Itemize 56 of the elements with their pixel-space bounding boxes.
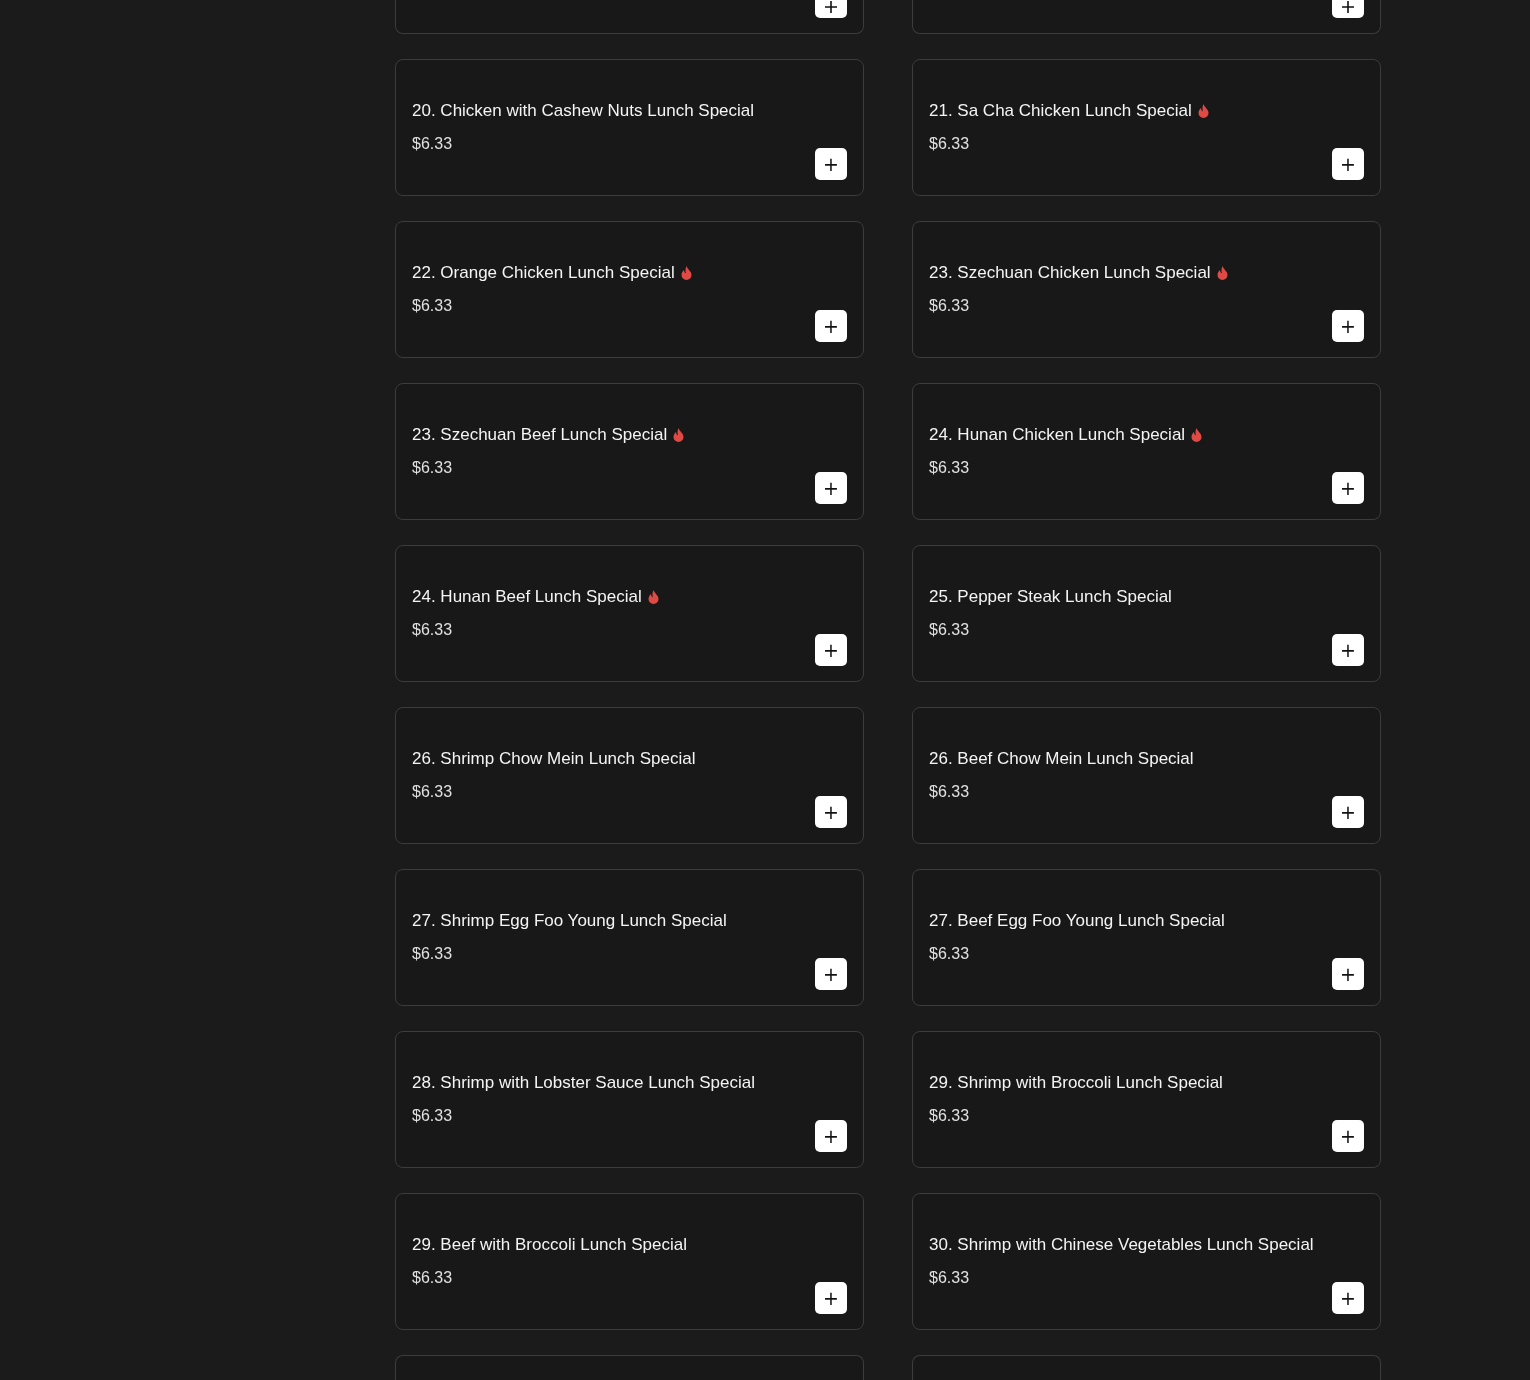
flame-icon bbox=[680, 266, 692, 280]
item-title: 24. Hunan Chicken Lunch Special bbox=[929, 425, 1186, 445]
item-title: 29. Shrimp with Broccoli Lunch Special bbox=[929, 1073, 1223, 1093]
item-price: $6.33 bbox=[412, 1269, 454, 1287]
item-title: 24. Hunan Beef Lunch Special bbox=[412, 587, 642, 607]
add-button[interactable]: + bbox=[815, 958, 847, 990]
item-title: 23. Szechuan Chicken Lunch Special bbox=[929, 263, 1211, 283]
add-button[interactable]: + bbox=[1332, 1282, 1364, 1314]
add-button[interactable]: + bbox=[1332, 958, 1364, 990]
item-title: 21. Sa Cha Chicken Lunch Special bbox=[929, 101, 1192, 121]
add-button[interactable]: + bbox=[815, 796, 847, 828]
add-button[interactable]: + bbox=[815, 634, 847, 666]
item-price: $6.33 bbox=[412, 945, 454, 963]
item-title: 27. Beef Egg Foo Young Lunch Special bbox=[929, 911, 1225, 931]
add-button[interactable]: + bbox=[1332, 1120, 1364, 1152]
flame-icon bbox=[647, 590, 659, 604]
item-title: 30. Shrimp with Chinese Vegetables Lunch Special bbox=[929, 1235, 1314, 1255]
flame-icon bbox=[673, 428, 685, 442]
add-button[interactable]: + bbox=[815, 1120, 847, 1152]
item-price: $6.33 bbox=[412, 621, 454, 639]
item-price: $6.33 bbox=[412, 459, 454, 477]
add-button[interactable]: + bbox=[1332, 472, 1364, 504]
plus-icon bbox=[825, 0, 837, 13]
item-title: 26. Shrimp Chow Mein Lunch Special bbox=[412, 749, 696, 769]
flame-icon bbox=[1197, 104, 1209, 118]
item-title: 27. Shrimp Egg Foo Young Lunch Special bbox=[412, 911, 727, 931]
plus-icon bbox=[1342, 0, 1354, 13]
item-price: $6.33 bbox=[929, 783, 971, 801]
item-price: $6.33 bbox=[412, 297, 454, 315]
item-price: $6.33 bbox=[929, 621, 971, 639]
item-price: $6.33 bbox=[929, 297, 971, 315]
add-button[interactable]: + bbox=[1332, 148, 1364, 180]
item-title: 26. Beef Chow Mein Lunch Special bbox=[929, 749, 1194, 769]
item-price: $6.33 bbox=[412, 783, 454, 801]
item-title: 25. Pepper Steak Lunch Special bbox=[929, 587, 1172, 607]
add-button[interactable]: + bbox=[1332, 634, 1364, 666]
item-title: 28. Shrimp with Lobster Sauce Lunch Special bbox=[412, 1073, 756, 1093]
add-button[interactable]: + bbox=[1332, 796, 1364, 828]
item-title: 20. Chicken with Cashew Nuts Lunch Special bbox=[412, 101, 755, 121]
item-price: $6.33 bbox=[929, 459, 971, 477]
item-price: $6.33 bbox=[929, 1269, 971, 1287]
item-price: $6.33 bbox=[929, 135, 971, 153]
item-price: $6.33 bbox=[412, 135, 454, 153]
add-button[interactable]: + bbox=[815, 310, 847, 342]
item-price: $6.33 bbox=[412, 1107, 454, 1125]
add-button[interactable]: + bbox=[815, 472, 847, 504]
add-button[interactable]: + bbox=[815, 148, 847, 180]
item-title: 22. Orange Chicken Lunch Special bbox=[412, 263, 675, 283]
item-title: 29. Beef with Broccoli Lunch Special bbox=[412, 1235, 687, 1255]
flame-icon bbox=[1191, 428, 1203, 442]
add-button[interactable]: + bbox=[1332, 310, 1364, 342]
flame-icon bbox=[1216, 266, 1228, 280]
item-price: $6.33 bbox=[929, 1107, 971, 1125]
item-price: $6.33 bbox=[929, 945, 971, 963]
item-title: 23. Szechuan Beef Lunch Special bbox=[412, 425, 668, 445]
add-button[interactable]: + bbox=[815, 1282, 847, 1314]
